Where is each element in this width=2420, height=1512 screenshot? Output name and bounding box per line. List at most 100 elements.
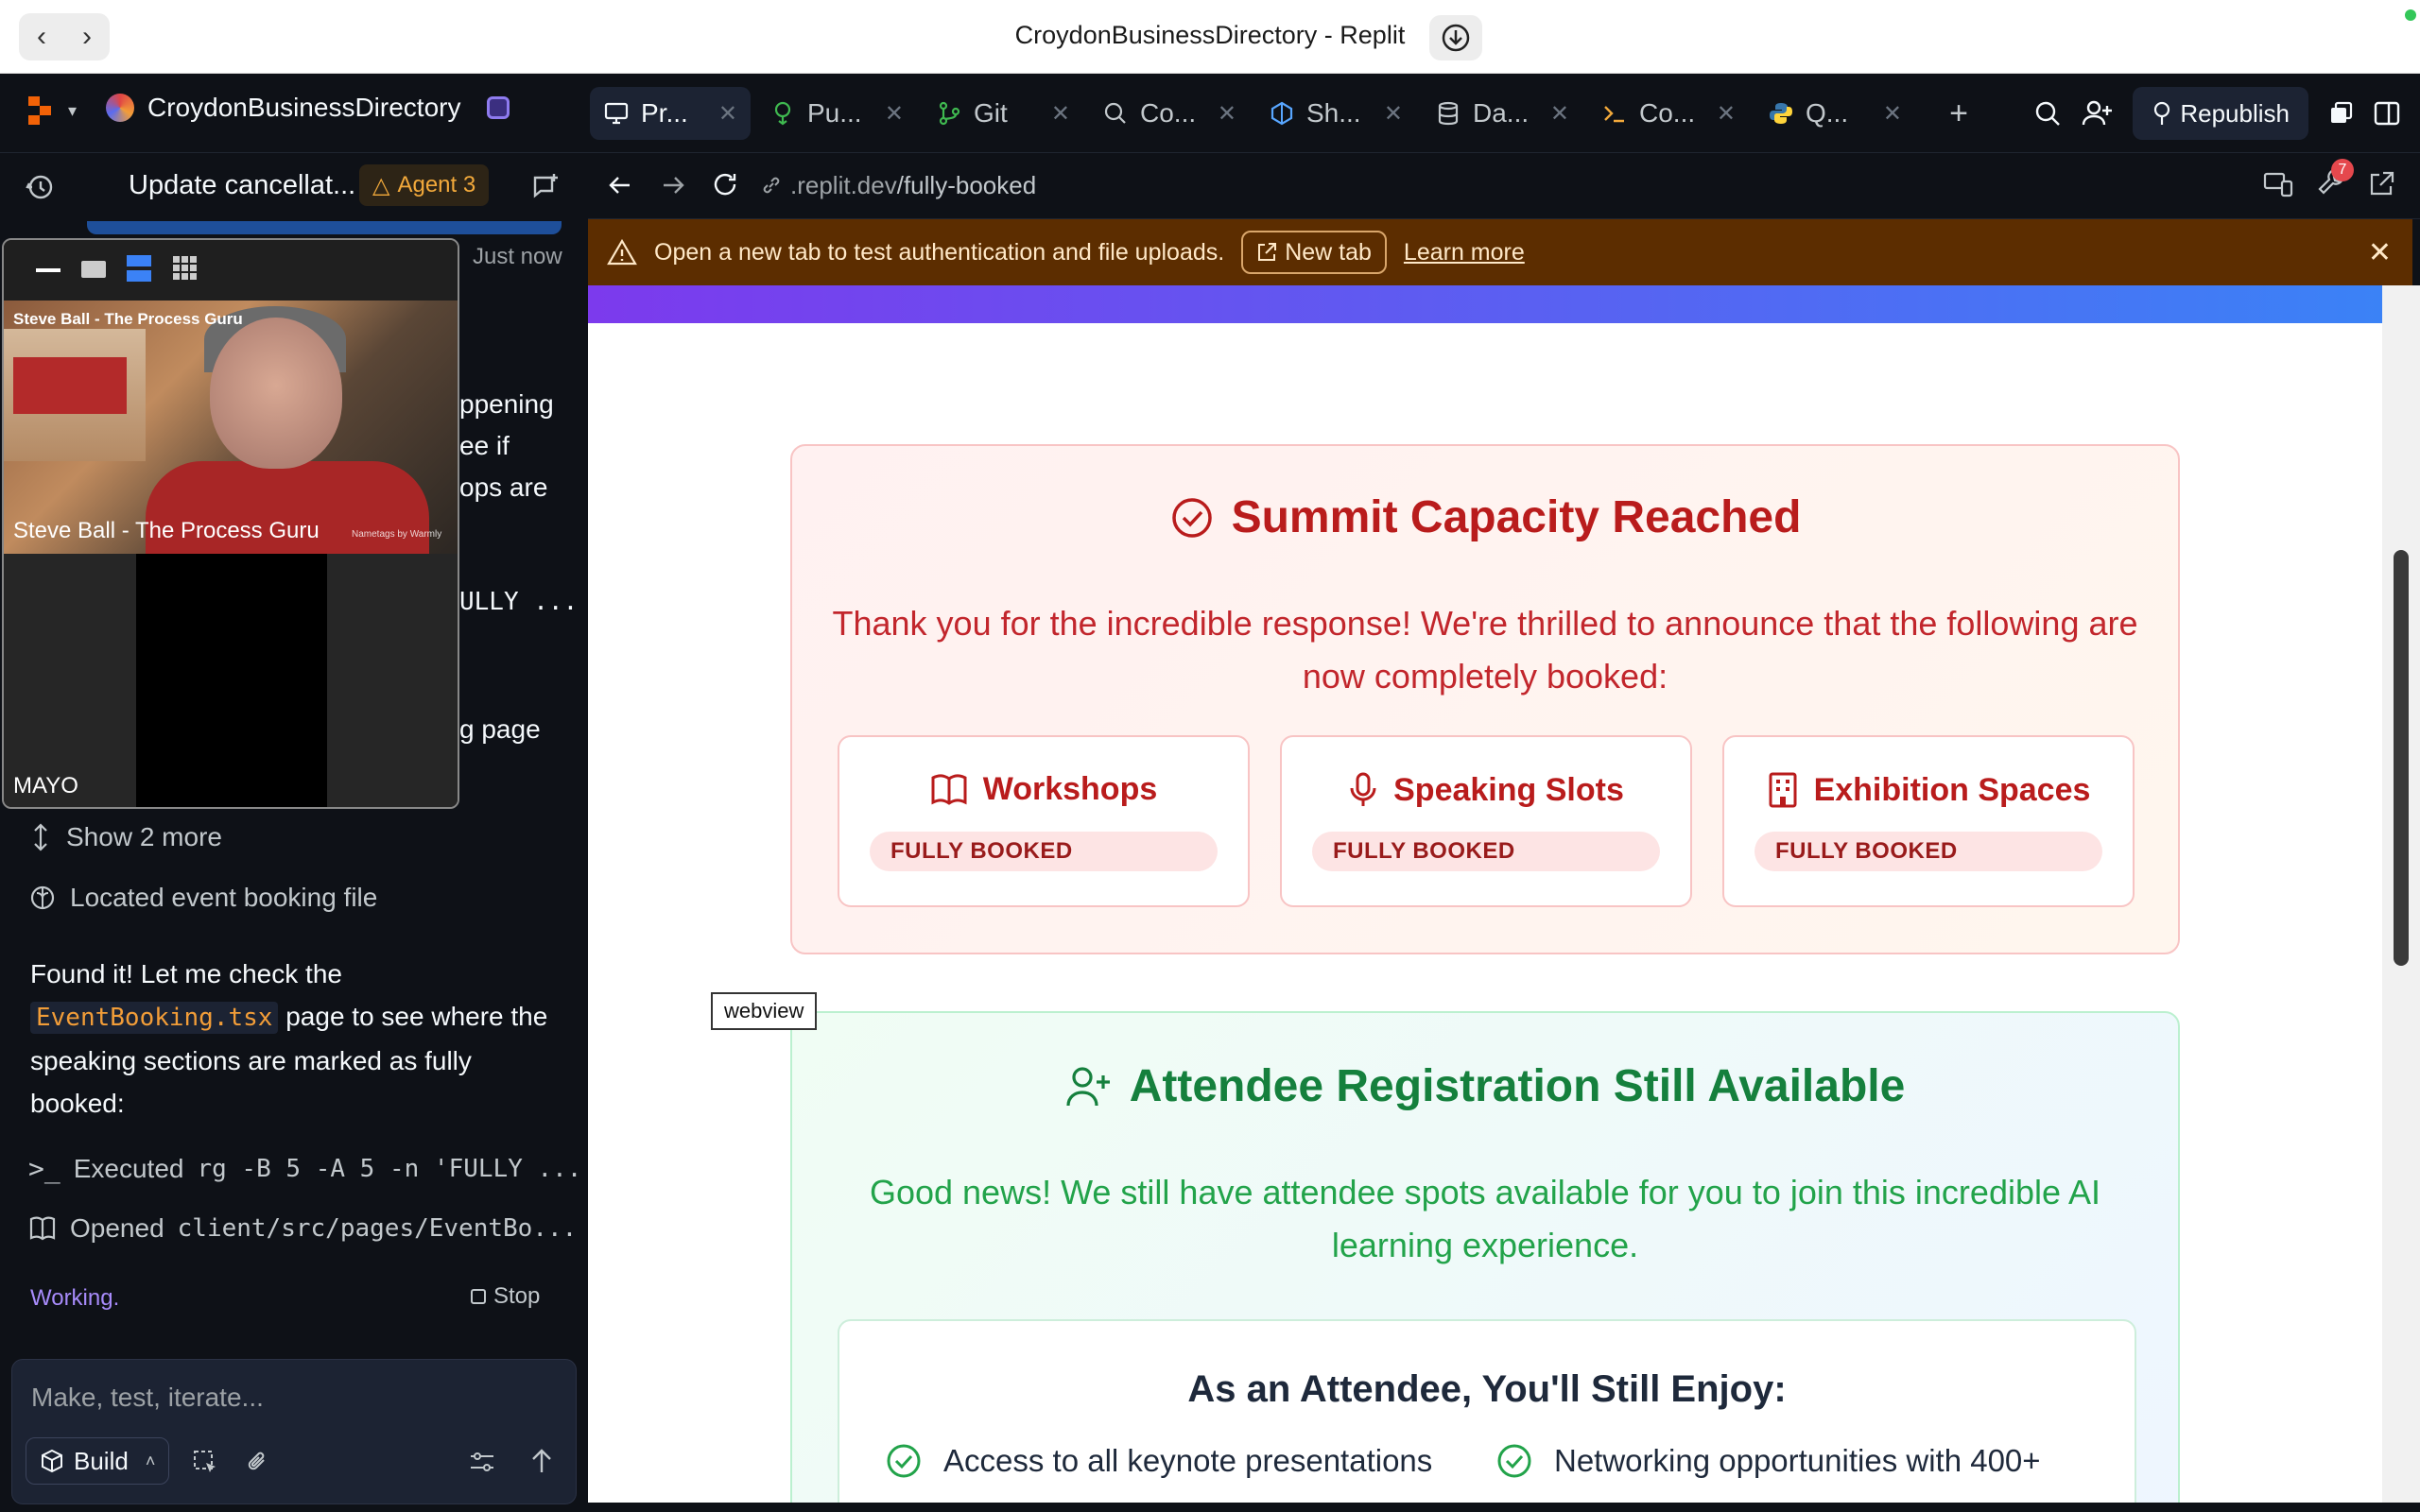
back-arrow-icon[interactable] [607,172,633,198]
grid-layout-icon[interactable] [172,255,199,286]
status-badge: FULLY BOOKED [870,832,1218,871]
window-titlebar: ‹ › CroydonBusinessDirectory - Replit [0,0,2420,74]
video-call-overlay[interactable]: Steve Ball - The Process Guru Steve Ball… [2,238,459,809]
preview-scrollbar[interactable] [2382,285,2420,1503]
stop-button[interactable]: Stop [471,1283,540,1310]
terminal-icon: >_ [28,1153,60,1184]
warning-icon [607,238,637,266]
chevron-up-icon: ˄ [145,1451,156,1470]
agent-message: Found it! Let me check the EventBooking.… [30,953,560,1125]
download-button[interactable] [1429,15,1482,60]
close-icon[interactable]: ✕ [1717,100,1736,128]
new-tab-plus-icon[interactable]: + [1921,87,1996,140]
tab-label: Pu... [807,98,862,128]
open-external-icon[interactable] [2367,170,2395,198]
tab-code-search[interactable]: Co... ✕ [1089,87,1250,140]
video-layout-toolbar [4,240,458,301]
window-overlay-icon[interactable] [2327,100,2354,127]
sidebar-toggle-icon[interactable] [2373,99,2401,128]
close-icon[interactable]: ✕ [718,100,737,128]
publish-icon [774,101,791,126]
history-icon[interactable] [25,172,55,202]
close-icon[interactable]: ✕ [1218,100,1236,128]
tab-label: Sh... [1306,98,1361,128]
show-more-button[interactable]: Show 2 more [28,822,222,852]
tab-shell[interactable]: Sh... ✕ [1255,87,1416,140]
close-icon[interactable]: ✕ [1051,100,1070,128]
participant-name-label: Steve Ball - The Process Guru [13,518,320,543]
benefit-label: Access to all keynote presentations [943,1443,1433,1478]
settings-sliders-icon[interactable] [468,1449,496,1475]
search-icon[interactable] [2032,98,2063,129]
warning-banner: Open a new tab to test authentication an… [588,219,2412,285]
scrollbar-thumb[interactable] [2394,550,2409,966]
agent-version-badge[interactable]: △ Agent 3 [359,164,490,206]
status-badge: FULLY BOOKED [1312,832,1660,871]
tab-label: Co... [1140,98,1197,128]
action-opened-file[interactable]: Opened client/src/pages/EventBo... [28,1213,577,1244]
tab-python[interactable]: Q... ✕ [1754,87,1915,140]
shell-icon [1270,101,1293,126]
check-circle-icon [1497,1444,1531,1478]
attach-icon[interactable] [245,1449,271,1475]
close-icon[interactable]: ✕ [2368,236,2392,269]
agent-chip-label: Agent 3 [397,172,476,198]
close-icon[interactable]: ✕ [1883,100,1902,128]
close-icon[interactable]: ✕ [885,100,904,128]
tab-database[interactable]: Da... ✕ [1422,87,1582,140]
tab-git[interactable]: Git ✕ [923,87,1083,140]
command-text: rg -B 5 -A 5 -n 'FULLY ... [197,1154,582,1183]
header-gradient [588,285,2382,323]
status-badge: FULLY BOOKED [1754,832,2102,871]
devtools-button[interactable]: 7 [2316,159,2354,201]
booked-card-speaking: Speaking Slots FULLY BOOKED [1280,735,1692,907]
booked-card-exhibition: Exhibition Spaces FULLY BOOKED [1722,735,2135,907]
chevron-down-icon: ▾ [68,100,78,120]
tab-console[interactable]: Co... ✕ [1588,87,1749,140]
participant-face [210,318,342,469]
search-icon [1104,102,1126,124]
attendee-description: Good news! We still have attendee spots … [869,1173,2101,1264]
url-host: .replit.dev [790,170,897,199]
benefits-heading: As an Attendee, You'll Still Enjoy: [1187,1368,1787,1410]
agent-input[interactable]: Make, test, iterate... Build ˄ [11,1359,577,1504]
replit-logo-menu[interactable]: ▾ [26,94,77,127]
url-input[interactable]: .replit.dev/fully-booked [760,163,1894,208]
build-mode-button[interactable]: Build ˄ [26,1437,170,1485]
agent-thread-title[interactable]: Update cancellat... [129,170,355,201]
minimize-icon[interactable] [36,268,60,272]
action-label: Opened [70,1213,164,1243]
close-icon[interactable]: ✕ [1384,100,1403,128]
participant-video [4,301,458,565]
small-layout-icon[interactable] [81,261,106,278]
monitor-icon [604,102,629,125]
open-new-tab-button[interactable]: New tab [1241,231,1387,274]
select-element-icon[interactable] [192,1449,218,1475]
benefit-item: Networking opportunities with 400+ [1495,1442,2041,1480]
action-executed-command[interactable]: >_ Executed rg -B 5 -A 5 -n 'FULLY ... [28,1153,581,1184]
topbar-actions: Republish [2032,87,2420,140]
invite-user-icon[interactable] [2082,98,2114,129]
close-icon[interactable]: ✕ [1550,100,1569,128]
devices-icon[interactable] [2263,170,2293,198]
learn-more-link[interactable]: Learn more [1404,239,1525,266]
attendee-heading: Attendee Registration Still Available [792,1060,2178,1112]
speaker-layout-icon[interactable] [127,255,151,282]
book-icon [29,1216,56,1241]
git-icon [939,101,960,126]
new-chat-icon[interactable] [531,172,562,202]
benefit-label: Networking opportunities with 400+ [1554,1443,2041,1478]
tab-preview[interactable]: Pr... ✕ [590,87,751,140]
forward-arrow-icon[interactable] [660,172,686,198]
tab-publish[interactable]: Pu... ✕ [756,87,917,140]
send-arrow-icon[interactable] [528,1447,555,1475]
action-located-file[interactable]: Located event booking file [28,883,377,913]
reload-icon[interactable] [711,170,739,198]
tab-label: Co... [1639,98,1696,128]
workspace-tabs: Pr... ✕ Pu... ✕ Git ✕ Co... ✕ Sh... ✕ Da… [590,87,1996,140]
participant-name-overlay: Steve Ball - The Process Guru [13,310,243,328]
open-external-icon [1258,243,1277,261]
project-selector[interactable]: CroydonBusinessDirectory [106,93,510,123]
capacity-title: Summit Capacity Reached [1231,492,1802,542]
republish-button[interactable]: Republish [2133,87,2308,140]
